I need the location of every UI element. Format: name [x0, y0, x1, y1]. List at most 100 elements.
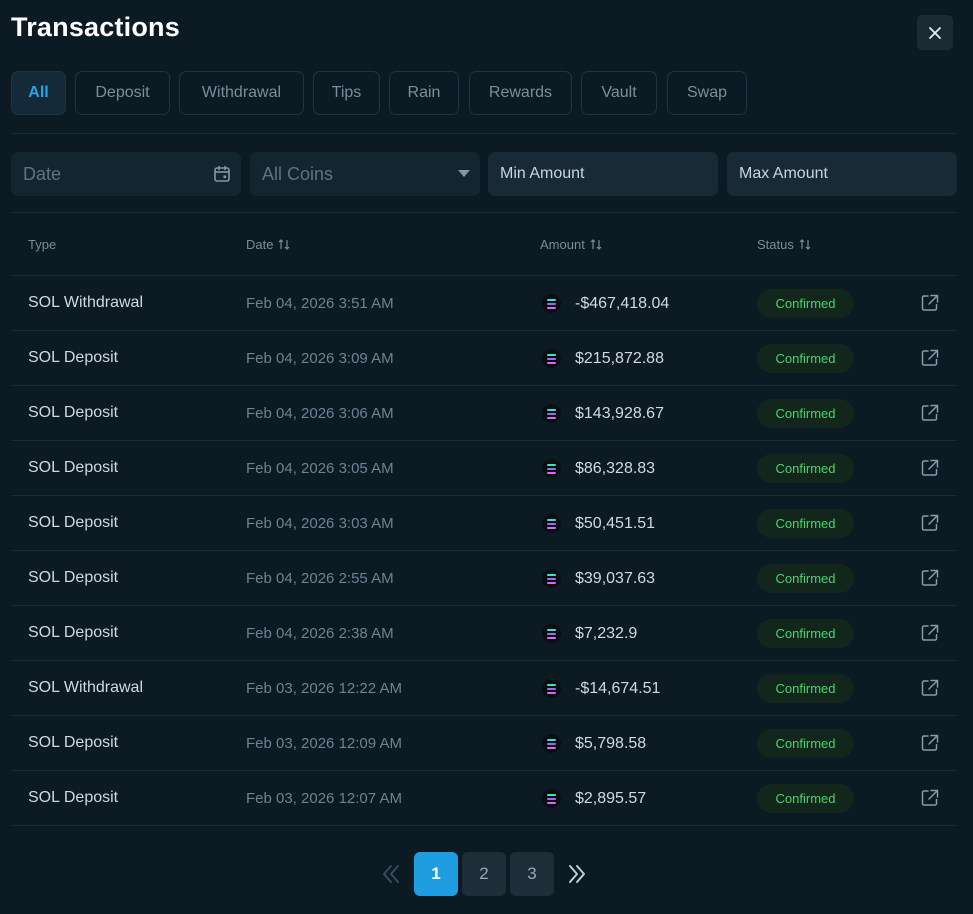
status-badge: Confirmed [757, 674, 854, 703]
type-cell: SOL Deposit [28, 349, 119, 366]
date-cell: Feb 03, 2026 12:09 AM [246, 735, 402, 752]
date-cell: Feb 03, 2026 12:22 AM [246, 680, 402, 697]
page-button-1[interactable]: 1 [414, 852, 458, 896]
type-cell: SOL Deposit [28, 624, 119, 641]
amount-cell: $39,037.63 [575, 570, 656, 587]
status-badge: Confirmed [757, 344, 854, 373]
external-link-icon[interactable] [920, 513, 940, 533]
column-header-label: Status [757, 237, 794, 252]
type-cell: SOL Deposit [28, 404, 119, 421]
max-amount-input[interactable]: Max Amount [727, 152, 957, 196]
tab-tips[interactable]: Tips [313, 71, 380, 115]
min-amount-input[interactable]: Min Amount [488, 152, 718, 196]
date-cell: Feb 03, 2026 12:07 AM [246, 790, 402, 807]
date-cell: Feb 04, 2026 2:38 AM [246, 625, 394, 642]
divider [11, 212, 957, 213]
min-amount-placeholder: Min Amount [500, 165, 585, 182]
sort-icon [590, 239, 602, 250]
external-link-icon[interactable] [920, 458, 940, 478]
amount-cell: $2,895.57 [575, 790, 647, 807]
table-row: SOL Deposit Feb 03, 2026 12:09 AM $5,798… [11, 716, 957, 771]
date-cell: Feb 04, 2026 3:05 AM [246, 460, 394, 477]
column-header-label: Date [246, 237, 274, 252]
date-cell: Feb 04, 2026 3:06 AM [246, 405, 394, 422]
column-header-amount[interactable]: Amount [540, 237, 602, 252]
date-filter[interactable]: Date [11, 152, 241, 196]
external-link-icon[interactable] [920, 733, 940, 753]
tab-deposit[interactable]: Deposit [75, 71, 170, 115]
sort-icon [279, 239, 290, 250]
amount-cell: $50,451.51 [575, 515, 656, 532]
external-link-icon[interactable] [920, 623, 940, 643]
max-amount-placeholder: Max Amount [739, 165, 828, 182]
status-badge: Confirmed [757, 509, 854, 538]
status-badge: Confirmed [757, 454, 854, 483]
coin-select[interactable]: All Coins [250, 152, 480, 196]
next-page-icon[interactable] [567, 862, 587, 886]
type-cell: SOL Deposit [28, 569, 119, 586]
date-cell: Feb 04, 2026 3:03 AM [246, 515, 394, 532]
status-badge: Confirmed [757, 289, 854, 318]
solana-icon [542, 294, 561, 313]
amount-cell: $86,328.83 [575, 460, 656, 477]
column-header-type: Type [28, 237, 56, 252]
close-button[interactable] [917, 15, 953, 50]
column-header-status[interactable]: Status [757, 237, 811, 252]
tab-all[interactable]: All [11, 71, 66, 115]
external-link-icon[interactable] [920, 293, 940, 313]
divider [11, 133, 957, 134]
table-row: SOL Deposit Feb 04, 2026 3:05 AM $86,328… [11, 441, 957, 496]
amount-cell: $5,798.58 [575, 735, 647, 752]
solana-icon [542, 569, 561, 588]
page-button-3[interactable]: 3 [510, 852, 554, 896]
solana-icon [542, 459, 561, 478]
tab-rain[interactable]: Rain [389, 71, 459, 115]
external-link-icon[interactable] [920, 788, 940, 808]
page-button-2[interactable]: 2 [462, 852, 506, 896]
tab-swap[interactable]: Swap [667, 71, 747, 115]
previous-page-icon[interactable] [381, 862, 401, 886]
external-link-icon[interactable] [920, 348, 940, 368]
solana-icon [542, 734, 561, 753]
amount-cell: -$467,418.04 [575, 295, 670, 312]
amount-cell: $143,928.67 [575, 405, 664, 422]
table-row: SOL Deposit Feb 04, 2026 3:03 AM $50,451… [11, 496, 957, 551]
amount-cell: $7,232.9 [575, 625, 638, 642]
column-header-date[interactable]: Date [246, 237, 290, 252]
tab-rewards[interactable]: Rewards [469, 71, 572, 115]
table-row: SOL Withdrawal Feb 03, 2026 12:22 AM -$1… [11, 661, 957, 716]
solana-icon [542, 514, 561, 533]
amount-cell: -$14,674.51 [575, 680, 661, 697]
calendar-icon [214, 165, 230, 182]
type-cell: SOL Deposit [28, 514, 119, 531]
column-header-label: Amount [540, 237, 585, 252]
table-row: SOL Deposit Feb 04, 2026 3:09 AM $215,87… [11, 331, 957, 386]
date-cell: Feb 04, 2026 2:55 AM [246, 570, 394, 587]
table-row: SOL Deposit Feb 04, 2026 3:06 AM $143,92… [11, 386, 957, 441]
table-row: SOL Deposit Feb 04, 2026 2:55 AM $39,037… [11, 551, 957, 606]
date-filter-placeholder: Date [23, 163, 62, 184]
table-row: SOL Withdrawal Feb 04, 2026 3:51 AM -$46… [11, 276, 957, 331]
type-cell: SOL Deposit [28, 459, 119, 476]
tab-withdrawal[interactable]: Withdrawal [179, 71, 304, 115]
external-link-icon[interactable] [920, 678, 940, 698]
coin-select-value: All Coins [262, 163, 334, 184]
type-cell: SOL Withdrawal [28, 679, 143, 696]
table-row: SOL Deposit Feb 03, 2026 12:07 AM $2,895… [11, 771, 957, 826]
date-cell: Feb 04, 2026 3:51 AM [246, 295, 394, 312]
solana-icon [542, 789, 561, 808]
close-icon [929, 26, 941, 39]
tab-vault[interactable]: Vault [581, 71, 657, 115]
status-badge: Confirmed [757, 619, 854, 648]
column-header-label: Type [28, 237, 57, 252]
solana-icon [542, 349, 561, 368]
amount-cell: $215,872.88 [575, 350, 664, 367]
chevron-down-icon [458, 170, 470, 177]
status-badge: Confirmed [757, 399, 854, 428]
status-badge: Confirmed [757, 784, 854, 813]
solana-icon [542, 679, 561, 698]
sort-icon [799, 239, 811, 250]
external-link-icon[interactable] [920, 403, 940, 423]
external-link-icon[interactable] [920, 568, 940, 588]
page-title: Transactions [11, 12, 180, 42]
